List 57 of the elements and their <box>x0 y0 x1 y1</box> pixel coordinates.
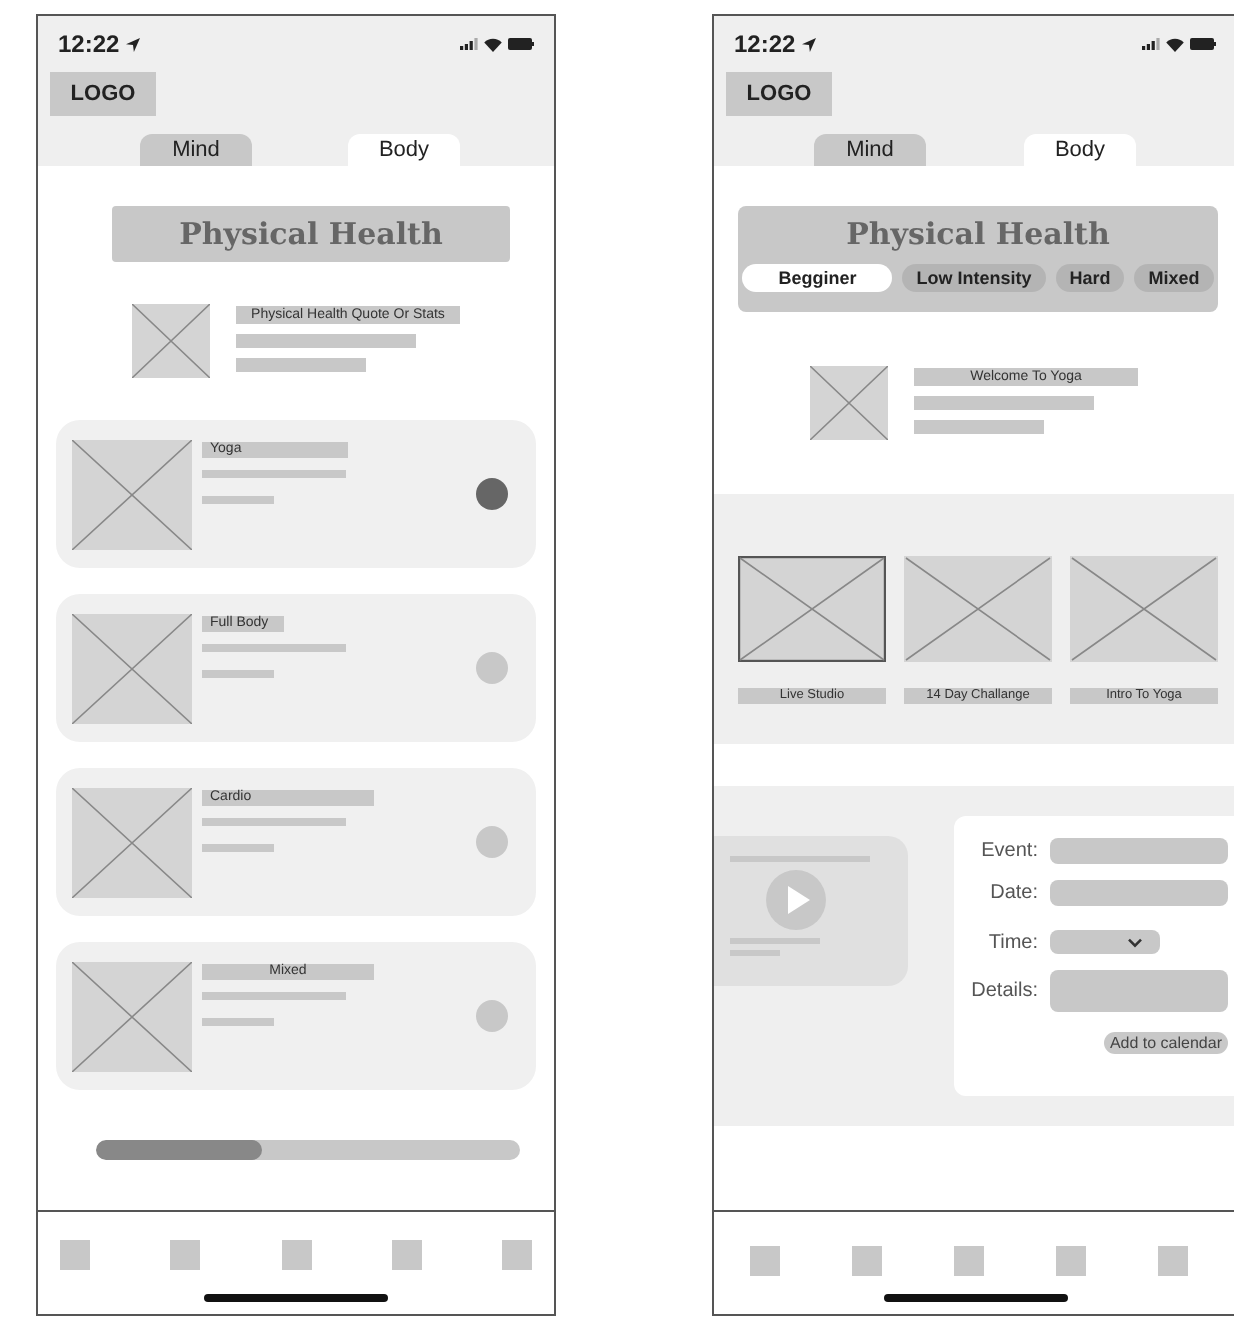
tab[interactable]: Body <box>348 134 460 166</box>
video-card[interactable] <box>714 836 908 986</box>
signal-icon <box>460 38 478 50</box>
radio-dot[interactable] <box>476 826 508 858</box>
field-label: Time: <box>986 931 1038 953</box>
filter-chip[interactable]: Hard <box>1055 264 1125 292</box>
add-to-calendar-button[interactable]: Add to calendar <box>1103 1032 1228 1054</box>
filter-chip[interactable]: Low Intensity <box>902 264 1046 292</box>
location-arrow-icon <box>125 37 140 51</box>
signal-icon <box>1142 38 1160 50</box>
location-arrow-icon <box>801 37 816 51</box>
tab[interactable]: Mind <box>814 134 926 166</box>
radio-dot[interactable] <box>476 652 508 684</box>
time-dropdown[interactable] <box>1050 930 1160 954</box>
image-placeholder <box>72 787 192 897</box>
battery-icon <box>508 38 534 50</box>
image-placeholder <box>72 613 192 723</box>
field-label: Date: <box>988 882 1038 904</box>
wifi-icon <box>484 37 502 51</box>
nav-icon[interactable] <box>852 1246 882 1276</box>
field-label: Details: <box>969 980 1038 1002</box>
nav-icon[interactable] <box>1158 1246 1188 1276</box>
tab[interactable]: Mind <box>140 134 252 166</box>
nav-icon[interactable] <box>170 1240 201 1270</box>
nav-icon[interactable] <box>281 1240 311 1270</box>
status-time: 12:22 <box>734 30 796 58</box>
nav-icon[interactable] <box>750 1246 780 1276</box>
status-time: 12:22 <box>58 30 120 58</box>
image-placeholder <box>72 439 192 549</box>
details-field[interactable] <box>1050 970 1228 1012</box>
input-field[interactable] <box>1050 838 1228 864</box>
logo: LOGO <box>50 72 156 116</box>
page-title: Physical Health <box>112 206 510 262</box>
nav-icon[interactable] <box>60 1240 90 1270</box>
battery-icon <box>1190 38 1216 50</box>
page-title: Physical Health <box>846 216 1110 252</box>
nav-icon[interactable] <box>954 1246 984 1276</box>
image-placeholder[interactable] <box>738 556 886 662</box>
image-placeholder[interactable] <box>1070 556 1218 662</box>
nav-icon[interactable] <box>391 1240 422 1270</box>
image-placeholder <box>132 304 210 378</box>
chevron-down-icon <box>1128 937 1142 947</box>
input-field[interactable] <box>1050 880 1228 906</box>
radio-dot[interactable] <box>476 1000 508 1032</box>
filter-chip[interactable]: Mixed <box>1134 264 1214 292</box>
nav-icon[interactable] <box>1056 1246 1086 1276</box>
nav-icon[interactable] <box>502 1240 532 1270</box>
image-placeholder[interactable] <box>904 556 1052 662</box>
logo: LOGO <box>726 72 832 116</box>
image-placeholder <box>72 961 192 1071</box>
wifi-icon <box>1166 37 1184 51</box>
tab[interactable]: Body <box>1024 134 1136 166</box>
filter-chip[interactable]: Begginer <box>742 264 893 292</box>
image-placeholder <box>810 366 888 440</box>
radio-dot[interactable] <box>476 478 508 510</box>
play-icon[interactable] <box>766 870 826 930</box>
field-label: Event: <box>979 840 1038 862</box>
